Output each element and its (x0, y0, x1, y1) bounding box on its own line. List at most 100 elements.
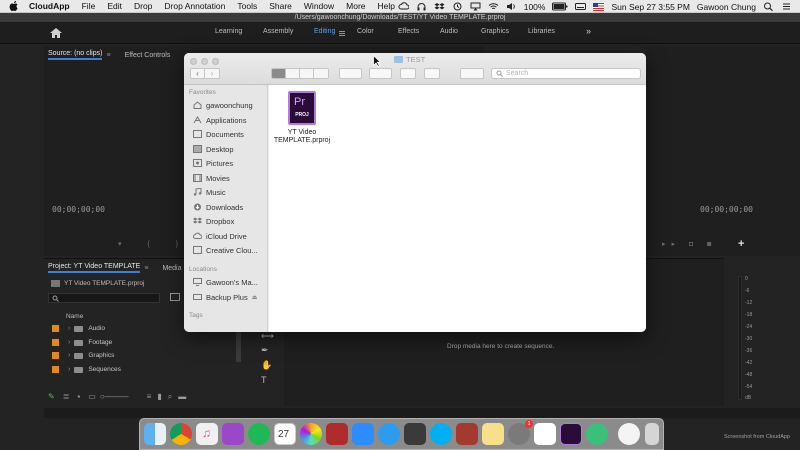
finder-titlebar[interactable]: TEST ‹ › Search (184, 53, 646, 85)
sidebar-item-creative-cloud[interactable]: Creative Clou... (193, 244, 267, 256)
close-button[interactable] (190, 58, 197, 65)
gear-icon[interactable] (369, 68, 392, 79)
sidebar-item-applications[interactable]: Applications (193, 114, 267, 126)
keyboard-icon[interactable] (575, 2, 587, 11)
premiere-pro-dock-icon[interactable] (560, 423, 582, 445)
workspace-menu-icon[interactable] (339, 31, 345, 36)
sidebar-item-movies[interactable]: Movies (193, 172, 267, 184)
project-tab[interactable]: Project: YT Video TEMPLATE (48, 263, 141, 273)
slack-dock-icon[interactable] (534, 423, 556, 445)
program-transport-controls[interactable]: ▸▸ ◘ ◙ (662, 240, 717, 248)
sidebar-item-icloud-drive[interactable]: iCloud Drive (193, 230, 267, 242)
type-tool-icon[interactable]: T (261, 375, 267, 385)
tab-learning[interactable]: Learning (215, 28, 242, 35)
ripple-edit-tool-icon[interactable]: ⟷ (261, 331, 274, 342)
sidebar-item-documents[interactable]: Documents (193, 128, 267, 140)
chevron-right-icon[interactable]: › (68, 325, 70, 332)
freeform-view-icon[interactable]: ▭ (88, 392, 96, 401)
menu-edit[interactable]: Edit (107, 1, 122, 11)
tab-assembly[interactable]: Assembly (263, 28, 293, 35)
automate-to-sequence-icon[interactable]: ▮ (157, 392, 161, 401)
spotlight-search-icon[interactable] (763, 2, 774, 11)
sidebar-item-computer[interactable]: Gawoon's Ma... (193, 276, 267, 288)
tab-libraries[interactable]: Libraries (528, 28, 555, 35)
find-icon[interactable]: ⌕ (168, 392, 172, 402)
sidebar-item-pictures[interactable]: Pictures (193, 157, 267, 169)
chevron-right-icon[interactable]: › (68, 366, 70, 373)
bin-row[interactable]: › Graphics (52, 350, 114, 361)
project-panel-menu-icon[interactable]: ≡ (144, 265, 148, 272)
source-timecode[interactable]: 00;00;00;00 (52, 205, 105, 214)
bin-row[interactable]: › Footage (52, 337, 112, 348)
skype-dock-icon[interactable] (430, 423, 452, 445)
sidebar-item-music[interactable]: Music (193, 186, 267, 198)
column-view-button[interactable] (300, 69, 314, 78)
menu-more[interactable]: More (346, 1, 365, 11)
hand-tool-icon[interactable]: ✋ (261, 360, 272, 371)
tab-audio[interactable]: Audio (440, 28, 458, 35)
volume-icon[interactable] (506, 2, 517, 11)
finder-search-input[interactable]: Search (491, 68, 641, 79)
find-my-dock-icon[interactable] (404, 423, 426, 445)
pencil-icon[interactable]: ✎ (48, 392, 55, 401)
minimize-button[interactable] (201, 58, 208, 65)
sidebar-item-home[interactable]: gawoonchung (193, 99, 267, 111)
time-machine-icon[interactable] (452, 2, 463, 11)
project-search-input[interactable] (48, 293, 160, 303)
sidebar-item-desktop[interactable]: Desktop (193, 143, 267, 155)
chevron-right-icon[interactable]: › (68, 339, 70, 346)
sidebar-item-dropbox[interactable]: Dropbox (193, 215, 267, 227)
effect-controls-tab[interactable]: Effect Controls (125, 52, 171, 59)
source-panel-menu-icon[interactable]: ≡ (106, 52, 110, 59)
sort-icon[interactable]: ≡ (147, 392, 152, 401)
calendar-dock-icon[interactable]: 27 (274, 423, 296, 445)
cloudapp-dock-icon[interactable] (618, 423, 640, 445)
airplay-icon[interactable] (470, 2, 481, 11)
clock[interactable]: Sun Sep 27 3:55 PM (611, 2, 689, 12)
list-view-button[interactable] (286, 69, 300, 78)
back-button[interactable]: ‹ (191, 69, 205, 78)
bin-row[interactable]: › Sequences (52, 364, 121, 375)
zoom-button[interactable] (212, 58, 219, 65)
file-name[interactable]: YT Video TEMPLATE.prproj (269, 129, 335, 145)
dropbox-status-icon[interactable] (434, 2, 445, 11)
menu-share[interactable]: Share (269, 1, 292, 11)
podcasts-dock-icon[interactable] (222, 423, 244, 445)
add-button[interactable]: + (738, 238, 744, 250)
source-tab[interactable]: Source: (no clips) (48, 50, 103, 60)
zoom-slider[interactable]: ○——— (100, 392, 129, 401)
itunes-dock-icon[interactable]: ♫ (196, 423, 218, 445)
sidebar-item-backup-plus[interactable]: Backup Plus ⏏ (193, 291, 267, 303)
menu-tools[interactable]: Tools (237, 1, 257, 11)
chrome-dock-icon[interactable] (170, 423, 192, 445)
menu-drop-annotation[interactable]: Drop Annotation (164, 1, 225, 11)
apple-icon[interactable] (9, 1, 19, 11)
home-icon[interactable] (49, 27, 63, 39)
premiere-project-file-icon[interactable]: Pr PROJ (288, 91, 316, 125)
system-preferences-dock-icon[interactable]: 1 (508, 420, 533, 445)
input-source-flag-icon[interactable] (593, 2, 605, 11)
list-view-icon[interactable]: ≣ (63, 392, 70, 401)
sidebar-item-downloads[interactable]: Downloads (193, 201, 267, 213)
messages-dock-icon[interactable] (378, 423, 400, 445)
menu-drop[interactable]: Drop (134, 1, 152, 11)
group-button[interactable] (339, 68, 362, 79)
wifi-icon[interactable] (488, 2, 499, 11)
tab-editing[interactable]: Editing (314, 28, 335, 35)
send-dock-icon[interactable] (586, 423, 608, 445)
photo-booth-dock-icon[interactable] (326, 423, 348, 445)
app-menu[interactable]: CloudApp (29, 1, 70, 11)
tab-effects[interactable]: Effects (398, 28, 419, 35)
menu-window[interactable]: Window (304, 1, 334, 11)
more-workspaces-button[interactable]: » (586, 26, 591, 36)
dictionary-dock-icon[interactable] (456, 423, 478, 445)
headphones-icon[interactable] (416, 2, 427, 11)
icon-view-button[interactable] (272, 69, 286, 78)
icon-view-icon[interactable]: ▪ (77, 392, 80, 401)
tab-graphics[interactable]: Graphics (481, 28, 509, 35)
user-name[interactable]: Gawoon Chung (697, 2, 756, 12)
eject-icon[interactable]: ⏏ (252, 294, 258, 301)
gallery-view-button[interactable] (314, 69, 328, 78)
tab-color[interactable]: Color (357, 28, 374, 35)
notification-center-icon[interactable] (781, 2, 792, 11)
